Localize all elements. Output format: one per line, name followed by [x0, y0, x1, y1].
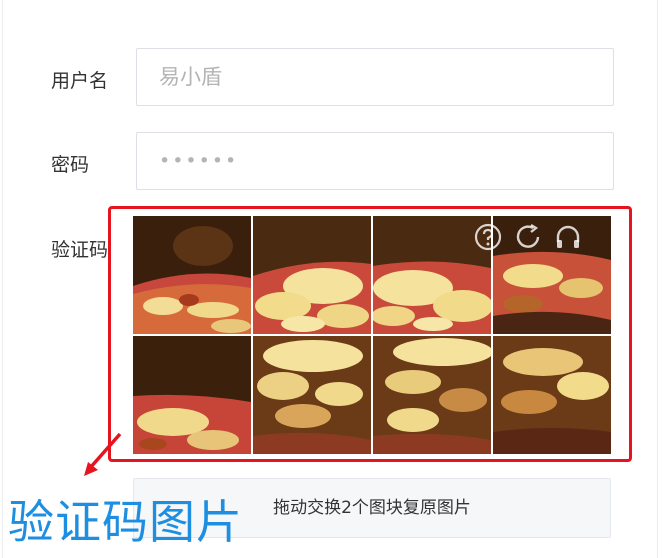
password-input[interactable]: ••••••: [136, 132, 614, 190]
annotation-label: 验证码图片: [8, 495, 243, 549]
annotation-arrow-icon: [84, 432, 122, 476]
password-label: 密码: [51, 154, 90, 176]
username-input[interactable]: 易小盾: [136, 48, 614, 106]
annotation-highlight-box: [108, 206, 632, 462]
username-label: 用户名: [51, 70, 109, 92]
captcha-label: 验证码: [51, 239, 109, 261]
